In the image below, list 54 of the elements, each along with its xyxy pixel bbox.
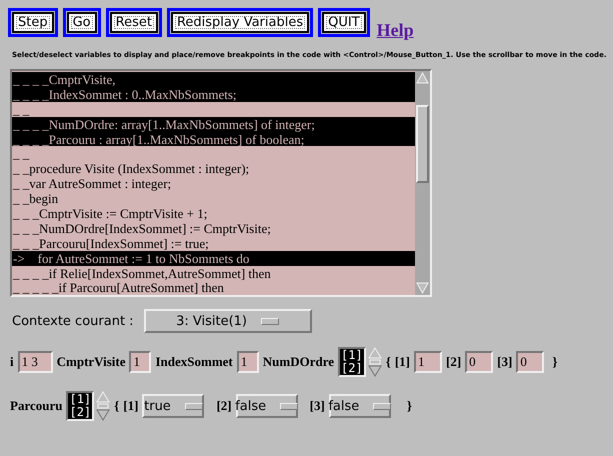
variable-label: i	[10, 354, 14, 370]
list-item[interactable]: [1]	[69, 393, 92, 406]
index-label: [2]	[216, 398, 232, 414]
list-item[interactable]: [2]	[341, 362, 363, 376]
index-label: [1]	[123, 398, 138, 414]
brace: {	[386, 354, 391, 370]
code-line[interactable]: _ _	[12, 146, 415, 162]
list-item[interactable]: [2]	[69, 406, 92, 420]
toolbar-button[interactable]: Redisplay Variables	[170, 12, 310, 33]
value-field[interactable]: 1	[236, 351, 259, 374]
index-list[interactable]: [1] [2]	[338, 347, 366, 378]
index-label: [3]	[310, 398, 325, 414]
brace: }	[552, 354, 558, 370]
code-line[interactable]: _ _ _ _if Relie[IndexSommet,AutreSommet] then	[12, 266, 415, 280]
toolbar-button[interactable]: Step	[12, 12, 54, 33]
toolbar-button[interactable]: QUIT	[322, 12, 366, 33]
context-label: Contexte courant :	[12, 314, 134, 329]
index-label: [3]	[497, 354, 512, 370]
code-line[interactable]: _ _var AutreSommet : integer;	[12, 176, 415, 192]
code-line[interactable]: _ _ _CmptrVisite := CmptrVisite + 1;	[12, 206, 415, 221]
option-menu[interactable]: false	[328, 394, 391, 418]
index-list[interactable]: [1] [2]	[66, 391, 94, 422]
list-item[interactable]: [1]	[341, 349, 363, 362]
code-line[interactable]: _ _ _NumDOrdre[IndexSommet] := CmptrVisite;	[12, 220, 415, 236]
toolbar-button[interactable]: Reset	[110, 12, 158, 33]
value-field[interactable]: 0	[516, 351, 544, 374]
scrollbar[interactable]	[415, 71, 430, 296]
code-line[interactable]: _ _procedure Visite (IndexSommet : integer);	[12, 161, 415, 176]
code-line[interactable]: _ _	[12, 102, 415, 117]
code-line[interactable]: _ _begin	[12, 191, 415, 206]
value-field[interactable]: 0	[465, 351, 494, 374]
help-link[interactable]: Help	[376, 20, 414, 41]
index-label: [2]	[446, 354, 462, 370]
value-field[interactable]: 1 3	[18, 351, 53, 374]
code-line[interactable]: _ _ _Parcouru[IndexSommet] := true;	[12, 236, 415, 251]
scroll-up-arrow-icon[interactable]	[415, 71, 430, 85]
code-line[interactable]: _ _ _ _ _if Parcouru[AutreSommet] then	[12, 280, 415, 296]
spin-arrows-icon[interactable]	[368, 347, 382, 378]
spin-arrows-icon[interactable]	[96, 391, 110, 422]
option-menu[interactable]: false	[236, 394, 298, 418]
variable-label: CmptrVisite	[56, 354, 126, 370]
variable-label: NumDOrdre	[262, 354, 334, 370]
context-menu[interactable]: 3: Visite(1)	[144, 309, 312, 334]
value-field[interactable]: 1	[129, 351, 152, 374]
scroll-thumb[interactable]	[416, 105, 429, 183]
scroll-down-arrow-icon[interactable]	[415, 281, 430, 296]
brace: }	[406, 398, 412, 414]
option-menu[interactable]: true	[142, 394, 204, 418]
toolbar-button[interactable]: Go	[66, 12, 97, 33]
index-label: [1]	[394, 354, 410, 370]
variable-label: IndexSommet	[155, 354, 233, 370]
value-field[interactable]: 1	[414, 351, 442, 374]
variable-label: Parcouru	[10, 398, 62, 414]
brace: {	[114, 398, 120, 414]
